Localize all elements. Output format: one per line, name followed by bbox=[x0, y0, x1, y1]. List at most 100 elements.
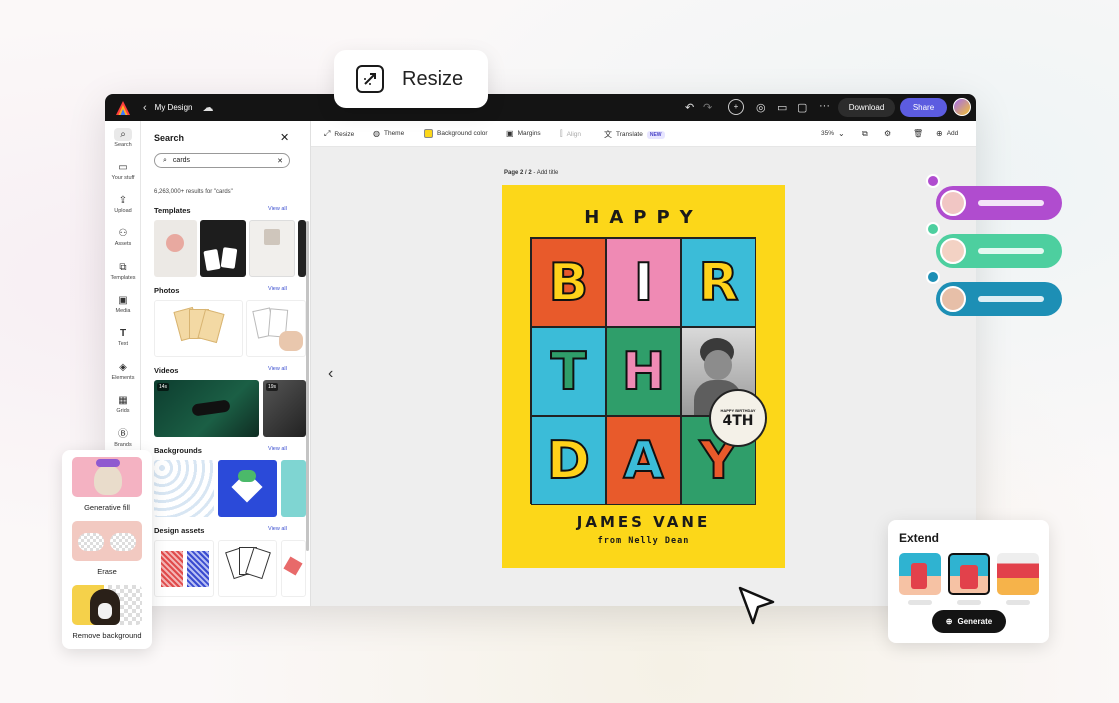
rail-item-brands[interactable]: Ⓑ Brands bbox=[105, 428, 141, 448]
design-asset-thumbnail[interactable] bbox=[218, 540, 277, 597]
grid-cell[interactable]: A bbox=[606, 416, 681, 505]
background-color-button[interactable]: Background color bbox=[424, 129, 488, 138]
panel-title: Search bbox=[154, 133, 185, 143]
extend-option-thumbnail-selected[interactable] bbox=[948, 553, 990, 595]
rail-item-text[interactable]: T Text bbox=[105, 327, 141, 347]
add-title-link[interactable]: - Add title bbox=[533, 170, 558, 176]
age-badge[interactable]: HAPPY BIRTHDAY 4TH bbox=[709, 389, 767, 447]
grid-cell[interactable]: R bbox=[681, 238, 756, 327]
generate-button[interactable]: ⊕ Generate bbox=[932, 610, 1006, 633]
collaborator-avatar bbox=[940, 286, 966, 312]
share-screen-icon[interactable]: ▢ bbox=[797, 101, 807, 114]
close-icon[interactable]: ✕ bbox=[280, 131, 289, 144]
search-input[interactable]: ⌕ cards ✕ bbox=[154, 153, 290, 168]
rail-label: Brands bbox=[114, 442, 132, 448]
rail-label: Assets bbox=[114, 241, 132, 247]
delete-icon[interactable]: 🗑 bbox=[913, 129, 923, 138]
app-window: ‹ My Design ☁ ↶ ↷ + ◎ ▭ ▢ ··· Download S… bbox=[105, 94, 976, 606]
grid-cell[interactable]: I bbox=[606, 238, 681, 327]
panel-scrollbar[interactable] bbox=[306, 221, 309, 551]
margins-tool-button[interactable]: ▣ Margins bbox=[506, 129, 541, 138]
invite-user-icon[interactable]: + bbox=[728, 99, 744, 115]
rail-item-elements[interactable]: ◈ Elements bbox=[105, 361, 141, 381]
poster-happy-text[interactable]: HAPPY bbox=[502, 207, 785, 228]
ai-tools-panel: Generative fill Erase Remove background bbox=[62, 450, 152, 649]
rail-item-your-stuff[interactable]: ▭ Your stuff bbox=[105, 161, 141, 181]
view-all-backgrounds-link[interactable]: View all bbox=[268, 446, 287, 452]
photo-thumbnail[interactable] bbox=[246, 300, 306, 357]
resize-tool-button[interactable]: ⤢ Resize bbox=[324, 129, 354, 139]
undo-icon[interactable]: ↶ bbox=[685, 101, 694, 114]
generative-fill-tool[interactable]: Generative fill bbox=[72, 457, 142, 512]
template-thumbnail[interactable] bbox=[298, 220, 306, 277]
grid-cell[interactable]: H bbox=[606, 327, 681, 416]
background-thumbnail[interactable] bbox=[281, 460, 306, 517]
theme-tool-button[interactable]: ◍ Theme bbox=[373, 129, 404, 138]
download-button[interactable]: Download bbox=[838, 98, 895, 117]
badge-number: 4TH bbox=[722, 412, 754, 429]
collaborator-dot bbox=[926, 222, 940, 236]
share-button[interactable]: Share bbox=[900, 98, 947, 117]
cloud-icon: ☁ bbox=[202, 102, 214, 114]
extend-option-thumbnail[interactable] bbox=[899, 553, 941, 595]
design-asset-thumbnail[interactable] bbox=[154, 540, 214, 597]
zoom-dropdown[interactable]: 35% ⌄ bbox=[821, 129, 845, 138]
video-thumbnail[interactable]: 14s bbox=[154, 380, 259, 437]
erase-tool[interactable]: Erase bbox=[72, 521, 142, 576]
mouse-cursor-icon bbox=[738, 586, 775, 625]
resize-icon bbox=[356, 65, 384, 93]
grid-cell[interactable]: D bbox=[531, 416, 606, 505]
grid-cell[interactable]: T bbox=[531, 327, 606, 416]
birthday-poster[interactable]: HAPPY B I R T H D A Y HAPPY BIRTHDAY 4TH… bbox=[502, 185, 785, 568]
rail-item-search[interactable]: ⌕ Search bbox=[105, 128, 141, 148]
template-thumbnail[interactable] bbox=[154, 220, 197, 277]
align-tool-button[interactable]: ⫿ Align bbox=[560, 129, 581, 139]
document-title[interactable]: My Design bbox=[155, 103, 193, 112]
add-page-button[interactable]: ⊕ Add bbox=[936, 129, 958, 138]
template-thumbnail[interactable] bbox=[249, 220, 295, 277]
view-all-photos-link[interactable]: View all bbox=[268, 286, 287, 292]
rail-item-media[interactable]: ▣ Media bbox=[105, 294, 141, 314]
view-all-design-assets-link[interactable]: View all bbox=[268, 526, 287, 532]
canvas-area[interactable]: Page 2 / 2 - Add title ‹ HAPPY B I R T H… bbox=[311, 147, 976, 606]
back-chevron-icon[interactable]: ‹ bbox=[143, 102, 147, 114]
redo-icon[interactable]: ↷ bbox=[703, 101, 712, 114]
view-all-templates-link[interactable]: View all bbox=[268, 206, 287, 212]
previous-page-arrow-icon[interactable]: ‹ bbox=[328, 365, 333, 383]
extend-option-thumbnail[interactable] bbox=[997, 553, 1039, 595]
tool-label: Add bbox=[946, 130, 959, 137]
erase-preview bbox=[72, 521, 142, 561]
adjust-icon[interactable]: ⚙ bbox=[884, 129, 891, 138]
pages-icon[interactable]: ⧉ bbox=[862, 129, 868, 139]
background-thumbnail[interactable] bbox=[154, 460, 214, 517]
more-icon[interactable]: ··· bbox=[819, 100, 830, 112]
option-placeholder-bar bbox=[908, 600, 932, 605]
option-placeholder-bar bbox=[1006, 600, 1030, 605]
rail-item-grids[interactable]: ▦ Grids bbox=[105, 394, 141, 414]
comment-icon[interactable]: ▭ bbox=[777, 101, 787, 114]
pin-icon[interactable]: ◎ bbox=[756, 101, 766, 114]
remove-background-tool[interactable]: Remove background bbox=[72, 585, 142, 640]
photo-thumbnail[interactable] bbox=[154, 300, 243, 357]
section-title-design-assets: Design assets bbox=[154, 526, 205, 535]
video-thumbnail[interactable]: 19s bbox=[263, 380, 306, 437]
grid-letter: R bbox=[697, 252, 739, 313]
clear-search-icon[interactable]: ✕ bbox=[277, 157, 283, 165]
translate-tool-button[interactable]: 文 Translate NEW bbox=[604, 129, 665, 140]
tool-label: Theme bbox=[383, 130, 405, 137]
view-all-videos-link[interactable]: View all bbox=[268, 366, 287, 372]
collaborator-pill bbox=[936, 186, 1062, 220]
poster-name-text[interactable]: JAMES VANE bbox=[502, 513, 785, 531]
rail-item-templates[interactable]: ⧉ Templates bbox=[105, 261, 141, 281]
grid-letter: B bbox=[548, 252, 590, 313]
user-avatar[interactable] bbox=[953, 98, 971, 116]
rail-item-assets[interactable]: ⚇ Assets bbox=[105, 227, 141, 247]
design-asset-thumbnail[interactable] bbox=[281, 540, 306, 597]
tool-label: Align bbox=[566, 130, 582, 138]
grid-cell[interactable]: B bbox=[531, 238, 606, 327]
background-thumbnail[interactable] bbox=[218, 460, 277, 517]
grid-letter: T bbox=[550, 341, 588, 402]
poster-from-text[interactable]: from Nelly Dean bbox=[502, 536, 785, 546]
rail-item-upload[interactable]: ⇪ Upload bbox=[105, 194, 141, 214]
template-thumbnail[interactable] bbox=[200, 220, 246, 277]
